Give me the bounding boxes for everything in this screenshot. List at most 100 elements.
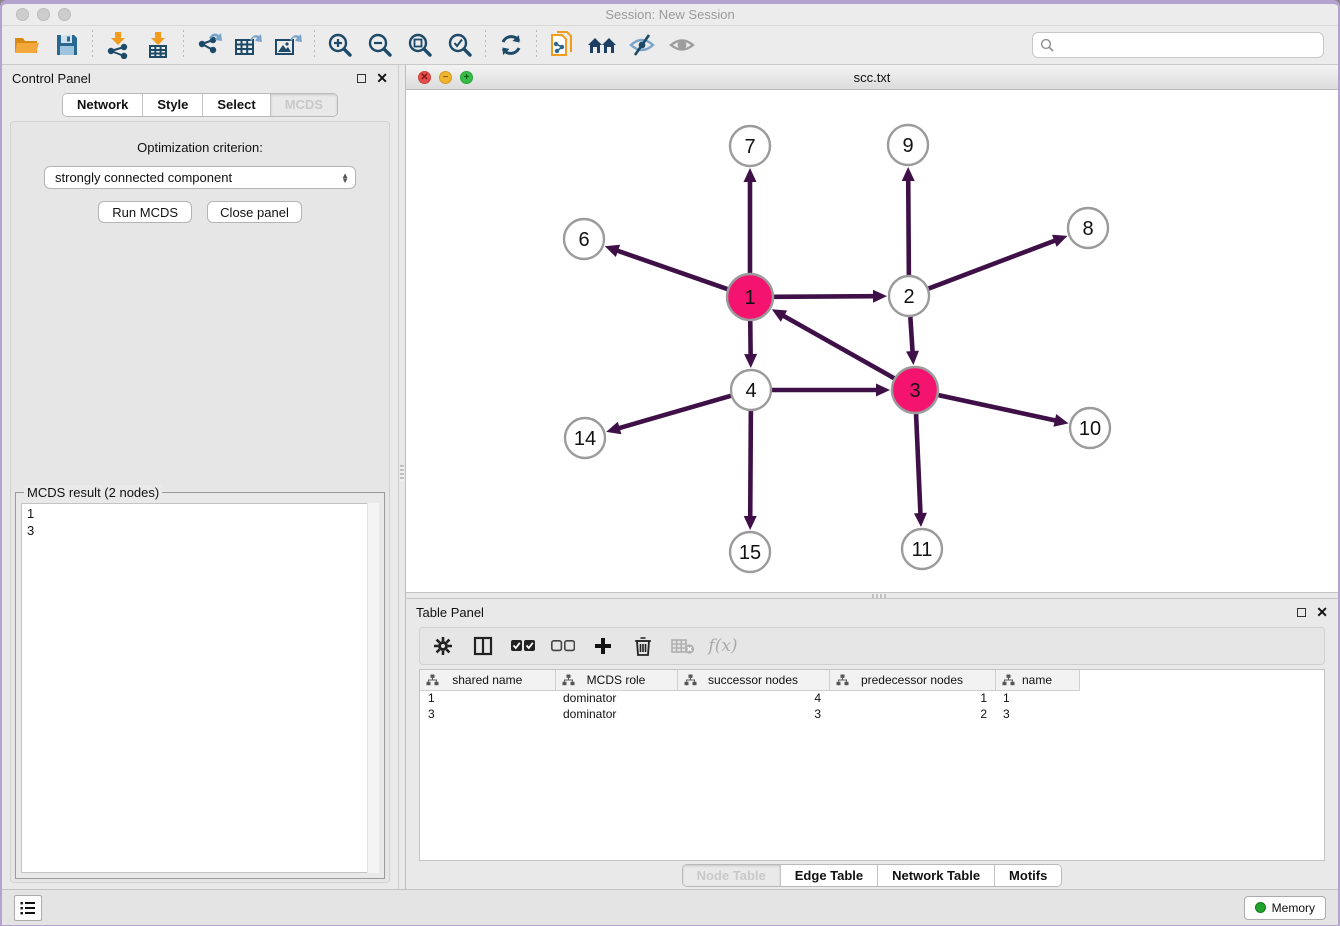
first-neighbors-button[interactable]	[585, 29, 619, 61]
arrowhead-2-8	[1052, 235, 1067, 247]
minimize-network-icon[interactable]: −	[439, 71, 452, 84]
arrowhead-3-11	[914, 513, 927, 527]
network-window-titlebar: ✕ − + scc.txt	[406, 65, 1338, 90]
result-scrollbar[interactable]	[367, 503, 379, 873]
close-network-icon[interactable]: ✕	[418, 71, 431, 84]
float-panel-icon[interactable]	[357, 74, 366, 83]
optimization-criterion-select[interactable]: strongly connected component ▲▼	[44, 166, 356, 189]
settings-gear-button[interactable]	[430, 633, 456, 659]
toolbar-separator	[92, 30, 93, 60]
close-panel-button[interactable]: Close panel	[207, 201, 302, 223]
toolbar-separator	[314, 30, 315, 60]
zoom-in-icon	[327, 32, 353, 58]
refresh-icon	[498, 32, 524, 58]
column-header-name[interactable]: name	[995, 670, 1079, 690]
table-cell[interactable]: 3	[420, 706, 555, 722]
edge-2-8[interactable]	[929, 240, 1058, 289]
edge-3-1[interactable]	[781, 315, 894, 379]
edge-2-9[interactable]	[908, 178, 909, 275]
memory-button[interactable]: Memory	[1244, 896, 1326, 920]
zoom-selected-button[interactable]	[443, 29, 477, 61]
select-chevrons-icon: ▲▼	[341, 173, 349, 183]
delete-table-button	[670, 633, 696, 659]
import-table-button[interactable]	[141, 29, 175, 61]
table-toolbar: f(x)	[419, 627, 1325, 665]
refresh-view-button[interactable]	[494, 29, 528, 61]
export-network-button[interactable]	[192, 29, 226, 61]
show-panels-list-button[interactable]	[14, 895, 42, 921]
network-canvas[interactable]: 7968124314101511	[406, 90, 1338, 592]
table-cell[interactable]: 2	[829, 706, 995, 722]
tab-mcds[interactable]: MCDS	[271, 94, 337, 116]
arrowhead-4-14	[606, 422, 621, 434]
column-header-shared-name[interactable]: shared name	[420, 670, 555, 690]
column-header-predecessor-nodes[interactable]: predecessor nodes	[829, 670, 995, 690]
tab-node-table[interactable]: Node Table	[683, 865, 781, 886]
add-column-button[interactable]	[590, 633, 616, 659]
column-header-successor-nodes[interactable]: successor nodes	[677, 670, 829, 690]
float-panel-icon[interactable]	[1297, 608, 1306, 617]
import-network-button[interactable]	[101, 29, 135, 61]
tab-select[interactable]: Select	[203, 94, 270, 116]
graph-node-label-9: 9	[902, 135, 913, 157]
tab-motifs[interactable]: Motifs	[995, 865, 1061, 886]
splitter-handle[interactable]	[872, 594, 886, 598]
show-hidden-button[interactable]	[665, 29, 699, 61]
edge-3-11[interactable]	[916, 414, 920, 516]
table-cell[interactable]: 3	[677, 706, 829, 722]
node-table[interactable]: shared nameMCDS rolesuccessor nodesprede…	[420, 670, 1080, 722]
memory-status-dot	[1255, 902, 1266, 913]
splitter-handle[interactable]	[400, 465, 404, 481]
edge-1-2[interactable]	[774, 296, 876, 297]
zoom-network-icon[interactable]: +	[460, 71, 473, 84]
mcds-result-text[interactable]: 1 3	[21, 503, 379, 873]
search-input[interactable]	[1059, 38, 1316, 53]
search-box[interactable]	[1032, 32, 1324, 58]
tab-network[interactable]: Network	[63, 94, 143, 116]
export-image-button[interactable]	[272, 29, 306, 61]
horizontal-splitter[interactable]	[406, 592, 1338, 599]
save-session-button[interactable]	[50, 29, 84, 61]
hide-selected-button[interactable]	[625, 29, 659, 61]
table-cell[interactable]: dominator	[555, 690, 677, 706]
graph-node-label-7: 7	[744, 136, 755, 158]
export-table-icon	[234, 32, 264, 58]
optimization-criterion-value: strongly connected component	[55, 170, 232, 185]
table-cell[interactable]: 4	[677, 690, 829, 706]
hide-eye-slash-icon	[628, 33, 656, 57]
close-panel-icon[interactable]: ✕	[376, 74, 388, 83]
tab-style[interactable]: Style	[143, 94, 203, 116]
table-cell[interactable]: dominator	[555, 706, 677, 722]
select-all-button[interactable]	[510, 633, 536, 659]
table-row[interactable]: 3dominator323	[420, 706, 1079, 722]
close-panel-icon[interactable]: ✕	[1316, 608, 1328, 617]
mcds-result-box: MCDS result (2 nodes) 1 3	[15, 492, 385, 879]
clone-network-button[interactable]	[545, 29, 579, 61]
table-cell[interactable]: 1	[420, 690, 555, 706]
tab-network-table[interactable]: Network Table	[878, 865, 995, 886]
control-panel-titlebar: Control Panel ✕	[2, 65, 398, 91]
trash-icon	[634, 636, 652, 656]
zoom-in-button[interactable]	[323, 29, 357, 61]
column-header-MCDS-role[interactable]: MCDS role	[555, 670, 677, 690]
zoom-out-button[interactable]	[363, 29, 397, 61]
delete-column-button[interactable]	[630, 633, 656, 659]
table-cell[interactable]: 1	[995, 690, 1079, 706]
open-session-button[interactable]	[10, 29, 44, 61]
edge-3-10[interactable]	[938, 395, 1057, 421]
edge-1-6[interactable]	[615, 250, 727, 289]
vertical-splitter[interactable]	[398, 65, 406, 889]
toggle-panel-button[interactable]	[470, 633, 496, 659]
export-table-button[interactable]	[232, 29, 266, 61]
edge-4-15[interactable]	[750, 411, 751, 519]
arrowhead-2-9	[902, 167, 915, 181]
edge-2-3[interactable]	[910, 317, 912, 354]
run-mcds-button[interactable]: Run MCDS	[98, 201, 192, 223]
table-cell[interactable]: 3	[995, 706, 1079, 722]
tab-edge-table[interactable]: Edge Table	[781, 865, 878, 886]
deselect-all-button[interactable]	[550, 633, 576, 659]
zoom-fit-button[interactable]	[403, 29, 437, 61]
edge-4-14[interactable]	[617, 396, 731, 429]
table-cell[interactable]: 1	[829, 690, 995, 706]
table-row[interactable]: 1dominator411	[420, 690, 1079, 706]
